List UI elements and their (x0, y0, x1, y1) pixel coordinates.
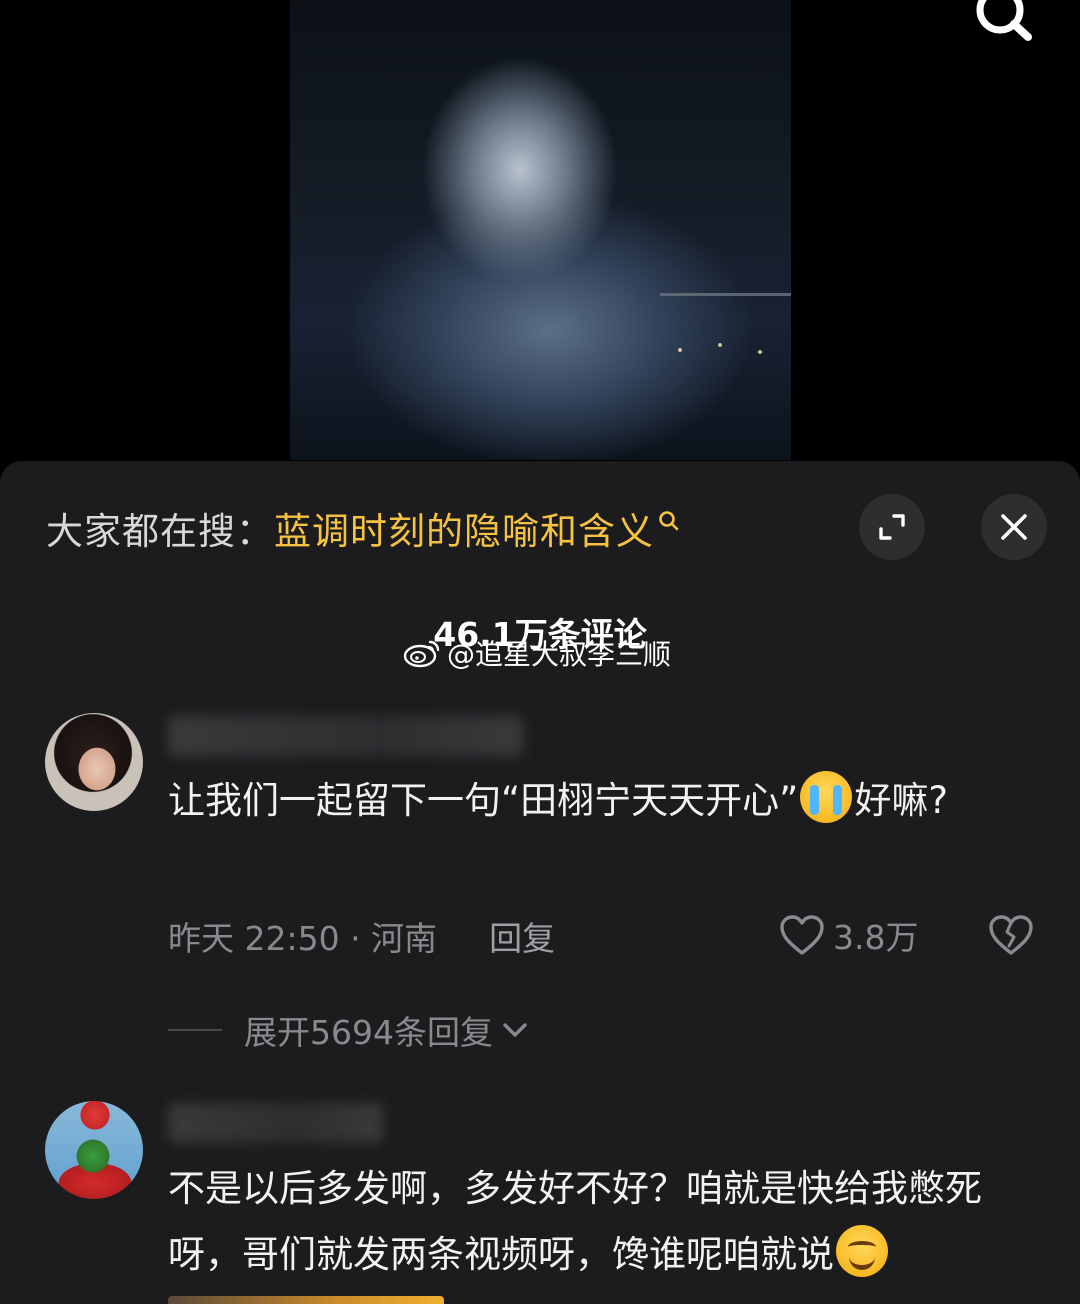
comment-text: 让我们一起留下一句“田栩宁天天开心” 好嘛? (168, 768, 1038, 834)
close-icon (1001, 514, 1027, 540)
comment-text: 不是以后多发啊，多发好不好？咱就是快给我憋死呀，哥们就发两条视频呀，馋谁呢咱就说 (168, 1156, 1038, 1288)
city-lights (660, 290, 791, 360)
next-comment-image-preview[interactable] (168, 1296, 444, 1304)
expand-button[interactable] (859, 494, 925, 560)
username-blurred[interactable] (168, 716, 523, 756)
watermark-text: @追星大叔李三顺 (447, 638, 672, 671)
chevron-down-icon (503, 1023, 527, 1037)
video-player[interactable] (0, 0, 1080, 470)
hot-search-query[interactable]: 蓝调时刻的隐喻和含义 (274, 501, 654, 555)
avatar[interactable] (45, 1101, 143, 1199)
broken-heart-icon[interactable] (988, 912, 1034, 958)
reply-button[interactable]: 回复 (489, 912, 555, 960)
heart-icon (780, 915, 824, 955)
comment-text-part: 好嘛? (854, 779, 948, 822)
comment-meta: 昨天 22:50 · 河南 回复 (168, 914, 555, 958)
like-button[interactable]: 3.8万 (779, 912, 918, 958)
crying-emoji-icon (800, 771, 853, 823)
smiling-emoji-icon (836, 1225, 888, 1277)
comment-time-location: 昨天 22:50 · 河南 (168, 919, 438, 958)
like-count: 3.8万 (833, 918, 919, 957)
hot-search-bar[interactable]: 大家都在搜： 蓝调时刻的隐喻和含义 (46, 505, 680, 553)
divider-line (168, 1029, 222, 1031)
expand-replies-label: 展开5694条回复 (244, 1013, 493, 1052)
username-blurred[interactable] (168, 1103, 383, 1143)
hot-search-prefix: 大家都在搜： (46, 510, 274, 553)
avatar[interactable] (45, 713, 143, 811)
expand-replies-button[interactable]: 展开5694条回复 (168, 1008, 529, 1052)
comment-text-part: 让我们一起留下一句“田栩宁天天开心” (168, 779, 799, 822)
watermark: @追星大叔李三顺 (403, 636, 672, 671)
weibo-icon (403, 640, 440, 668)
search-icon[interactable] (970, 0, 1034, 50)
search-small-icon (659, 511, 679, 531)
expand-icon (879, 514, 905, 540)
close-button[interactable] (981, 494, 1047, 560)
video-frame[interactable] (290, 0, 791, 460)
